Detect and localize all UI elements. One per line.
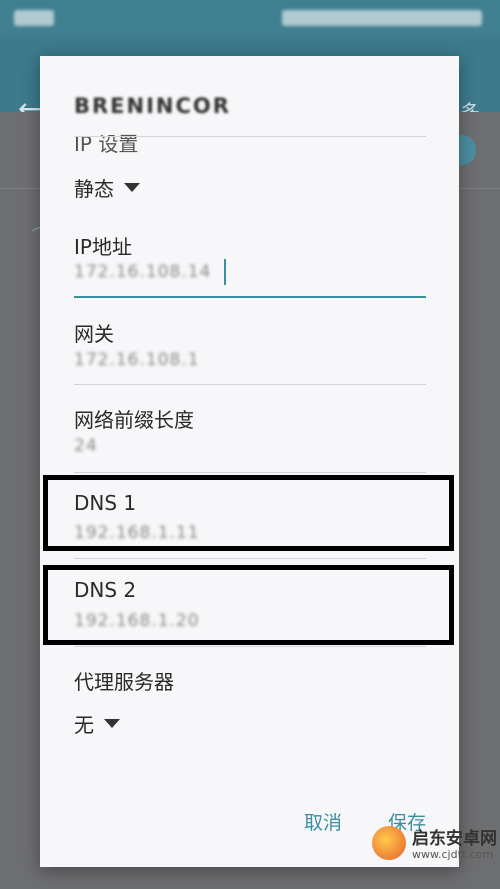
gateway-underline <box>74 384 426 385</box>
dropdown-caret-icon <box>124 183 140 192</box>
dns2-label: DNS 2 <box>74 578 137 602</box>
watermark-logo-icon <box>372 826 406 860</box>
watermark-title: 启东安卓网 <box>412 829 497 849</box>
status-bar <box>0 0 500 36</box>
status-icons-left <box>14 10 54 26</box>
prefix-length-label: 网络前缀长度 <box>74 408 194 432</box>
prefix-length-input[interactable]: 24 <box>74 436 98 456</box>
ip-settings-select[interactable]: 静态 <box>74 173 140 202</box>
dns2-highlight-box <box>43 565 454 645</box>
proxy-select[interactable]: 无 <box>74 709 120 738</box>
ip-settings-label: IP 设置 <box>74 132 139 156</box>
watermark: 启东安卓网 www.cjdtt.com <box>372 820 500 880</box>
dns2-underline <box>74 646 426 647</box>
dropdown-caret-icon <box>104 719 120 728</box>
gateway-input[interactable]: 172.16.108.1 <box>74 350 200 370</box>
dialog-title-ssid: BRENINCOR <box>74 94 231 118</box>
prefix-length-underline <box>74 472 426 473</box>
text-cursor <box>224 259 226 285</box>
cancel-button[interactable]: 取消 <box>304 808 342 835</box>
proxy-label: 代理服务器 <box>74 670 174 694</box>
gateway-label: 网关 <box>74 322 114 346</box>
dns1-underline <box>74 558 426 559</box>
title-divider <box>74 136 426 137</box>
dns2-input[interactable]: 192.168.1.20 <box>74 611 200 631</box>
watermark-url: www.cjdtt.com <box>412 848 494 861</box>
ip-address-input[interactable]: 172.16.108.14 <box>74 262 211 282</box>
ip-settings-value: 静态 <box>74 177 114 201</box>
wifi-config-dialog: BRENINCOR IP 设置 静态 IP地址 172.16.108.14 网关… <box>40 56 459 867</box>
dns1-label: DNS 1 <box>74 491 137 515</box>
status-icons-right <box>282 10 482 26</box>
ip-address-underline <box>74 296 426 298</box>
dns1-input[interactable]: 192.168.1.11 <box>74 523 200 543</box>
proxy-value: 无 <box>74 713 94 737</box>
ip-address-label: IP地址 <box>74 235 132 259</box>
